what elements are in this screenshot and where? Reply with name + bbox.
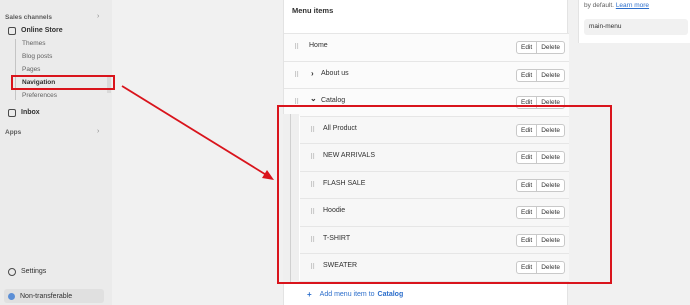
drag-handle-icon[interactable]: ⠿ — [294, 71, 299, 79]
sales-channels-chevron-icon[interactable]: › — [97, 13, 99, 20]
chevron-right-icon[interactable]: › — [311, 69, 314, 78]
annotation-highlight-submenu — [277, 105, 612, 284]
add-menu-item-link[interactable]: + Add menu item to Catalog — [307, 290, 403, 299]
drag-handle-icon[interactable]: ⠿ — [294, 43, 299, 51]
sidebar-item-pages[interactable]: Pages — [22, 66, 40, 73]
menu-item-row[interactable]: ⠿ Home Edit Delete — [284, 33, 569, 61]
sidebar-item-blog-posts[interactable]: Blog posts — [22, 53, 52, 60]
menu-item-label: About us — [321, 69, 349, 77]
sidebar-item-settings[interactable]: Settings — [8, 266, 46, 277]
add-menu-item-text: Add menu item to — [319, 291, 375, 298]
row-actions: Edit Delete — [516, 41, 565, 54]
sidebar: Sales channels › Online Store Themes Blo… — [0, 0, 112, 305]
tree-line — [15, 39, 16, 100]
add-menu-item-target: Catalog — [377, 291, 404, 298]
row-actions: Edit Delete — [516, 68, 565, 82]
sidebar-item-inbox[interactable]: Inbox — [8, 107, 40, 118]
annotation-highlight-navigation — [11, 75, 115, 90]
info-icon — [8, 292, 15, 300]
annotation-arrow-line — [121, 85, 269, 177]
annotation-arrow-head — [262, 170, 274, 180]
plus-icon: + — [307, 290, 312, 299]
delete-button[interactable]: Delete — [536, 42, 564, 53]
apps-heading: Apps — [5, 129, 22, 136]
sidebar-item-preferences[interactable]: Preferences — [22, 92, 57, 99]
learn-more-link[interactable]: Learn more — [616, 2, 649, 9]
sidebar-item-themes[interactable]: Themes — [22, 40, 45, 47]
gear-icon — [8, 267, 16, 276]
apps-chevron-icon[interactable]: › — [97, 128, 99, 135]
edit-button[interactable]: Edit — [517, 42, 536, 53]
plan-badge-label: Non-transferable — [20, 292, 73, 300]
store-icon — [8, 26, 16, 35]
chevron-down-icon[interactable]: ⌄ — [310, 94, 317, 103]
sidebar-item-label: Inbox — [21, 109, 40, 116]
menu-item-row[interactable]: ⠿ › About us Edit Delete — [284, 60, 569, 88]
menu-details-panel: by default. Learn more main-menu — [578, 0, 690, 43]
plan-badge[interactable]: Non-transferable — [4, 289, 104, 303]
sales-channels-heading: Sales channels — [5, 14, 52, 21]
edit-button[interactable]: Edit — [517, 70, 536, 81]
inbox-icon — [8, 108, 16, 117]
card-title: Menu items — [292, 6, 334, 15]
help-text: by default. Learn more — [584, 2, 649, 9]
sidebar-item-label: Online Store — [21, 27, 63, 34]
sidebar-item-label: Settings — [21, 268, 47, 275]
help-text-body: by default. — [584, 2, 614, 9]
handle-field[interactable]: main-menu — [584, 19, 688, 35]
menu-item-label: Home — [309, 42, 328, 49]
delete-button[interactable]: Delete — [536, 69, 564, 81]
sidebar-item-online-store[interactable]: Online Store — [8, 25, 63, 36]
menu-item-label: Catalog — [321, 97, 346, 104]
